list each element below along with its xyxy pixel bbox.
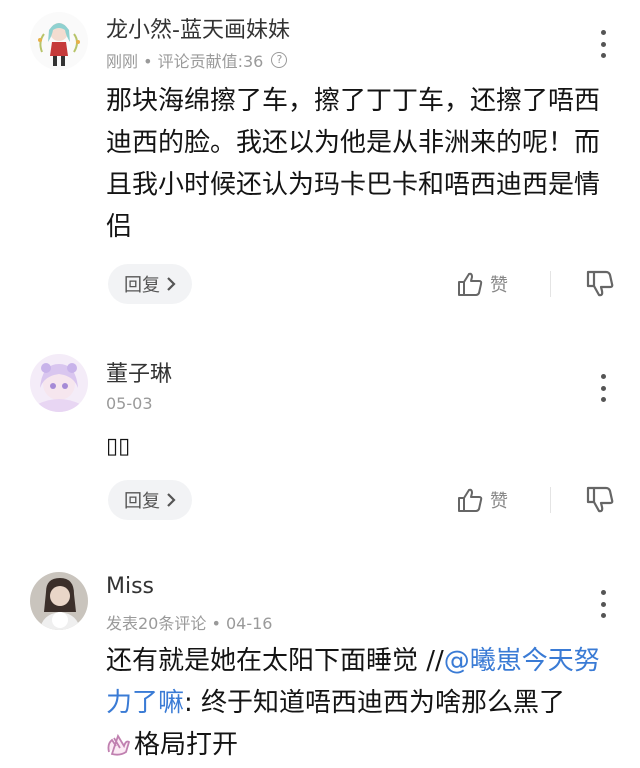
like-button[interactable]: 赞	[456, 266, 508, 302]
divider	[550, 487, 551, 513]
comment-text: ▯▯	[106, 434, 131, 459]
thumbs-up-icon	[458, 488, 483, 512]
dislike-button[interactable]	[584, 484, 616, 516]
comment-item: 龙小然-蓝天画妹妹 刚刚 • 评论贡献值:36 ? 那块海绵擦了车，擦了丁丁车，…	[0, 0, 640, 330]
divider	[550, 271, 551, 297]
reply-label: 回复	[124, 491, 160, 512]
comment-meta: 刚刚 • 评论贡献值:36 ?	[106, 48, 288, 72]
reply-button[interactable]: 回复	[108, 264, 192, 304]
avatar[interactable]	[30, 354, 88, 412]
more-options-icon[interactable]	[598, 374, 608, 402]
username[interactable]: 董子琳	[106, 356, 172, 388]
avatar[interactable]	[30, 12, 88, 70]
reply-label: 回复	[124, 275, 160, 296]
thumbs-down-icon	[586, 486, 614, 513]
username[interactable]: Miss	[106, 574, 154, 599]
chevron-right-icon	[167, 277, 176, 291]
comment-text: 那块海绵擦了车，擦了丁丁车，还擦了唔西迪西的脸。我还以为他是从非洲来的呢！而且我…	[106, 86, 601, 242]
comment-meta: 05-03	[106, 394, 153, 413]
thumbs-up-icon	[458, 272, 483, 296]
comment-text-part: 格局打开	[134, 730, 239, 760]
more-options-icon[interactable]	[598, 30, 608, 58]
comment-text-part: : 终于知道唔西迪西为啥那么黑了	[184, 688, 566, 718]
thumbs-down-icon	[586, 270, 614, 297]
comment-item: Miss 发表20条评论 • 04-16 还有就是她在太阳下面睡觉 //@曦崽今…	[0, 560, 640, 768]
comment-text: 还有就是她在太阳下面睡觉 //@曦崽今天努力了嘛: 终于知道唔西迪西为啥那么黑了…	[106, 640, 616, 766]
dislike-button[interactable]	[584, 268, 616, 300]
chevron-right-icon	[167, 493, 176, 507]
comment-text-part: 还有就是她在太阳下面睡觉 //	[106, 646, 444, 676]
comment-item: 董子琳 05-03 ▯▯ 回复 赞	[0, 340, 640, 540]
like-label: 赞	[490, 275, 508, 296]
reply-button[interactable]: 回复	[108, 480, 192, 520]
help-icon[interactable]: ?	[271, 52, 288, 68]
more-options-icon[interactable]	[598, 590, 608, 618]
comment-meta: 发表20条评论 • 04-16	[106, 610, 272, 634]
meta-text: 刚刚 • 评论贡献值:36	[106, 52, 264, 71]
username[interactable]: 龙小然-蓝天画妹妹	[106, 12, 290, 44]
like-label: 赞	[490, 491, 508, 512]
meta-text: 发表20条评论 • 04-16	[106, 614, 273, 633]
clap-emoji-icon	[107, 734, 131, 756]
like-button[interactable]: 赞	[456, 482, 508, 518]
avatar[interactable]	[30, 572, 88, 630]
meta-text: 05-03	[106, 394, 153, 413]
